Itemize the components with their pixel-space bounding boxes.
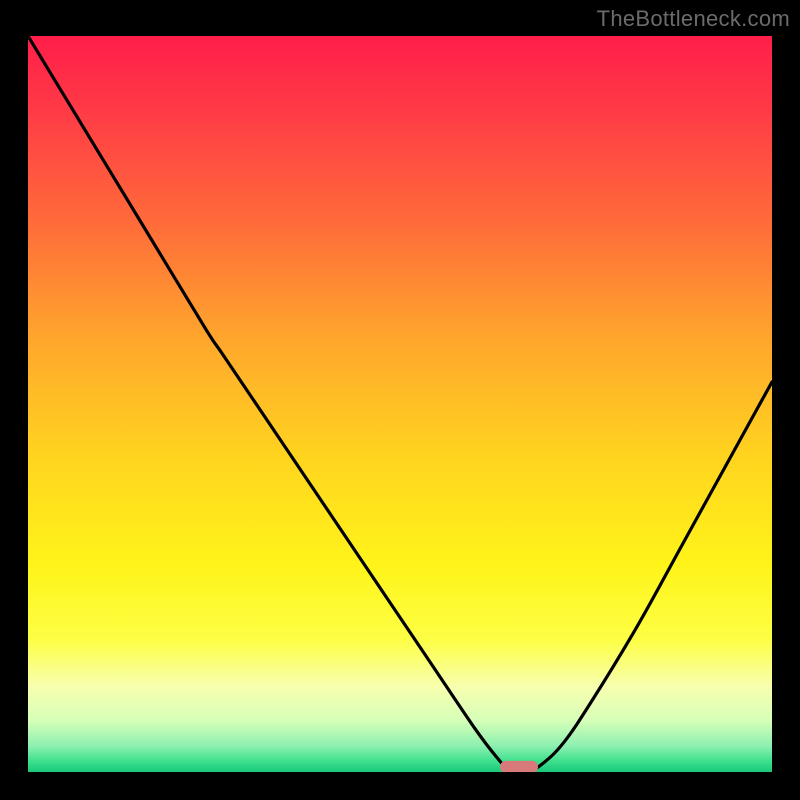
chart-container: TheBottleneck.com [0, 0, 800, 800]
optimal-marker [500, 761, 538, 772]
gradient-background [28, 36, 772, 772]
chart-svg [28, 36, 772, 772]
plot-area [28, 36, 772, 772]
watermark-text: TheBottleneck.com [597, 6, 790, 32]
plot-frame [20, 28, 780, 780]
